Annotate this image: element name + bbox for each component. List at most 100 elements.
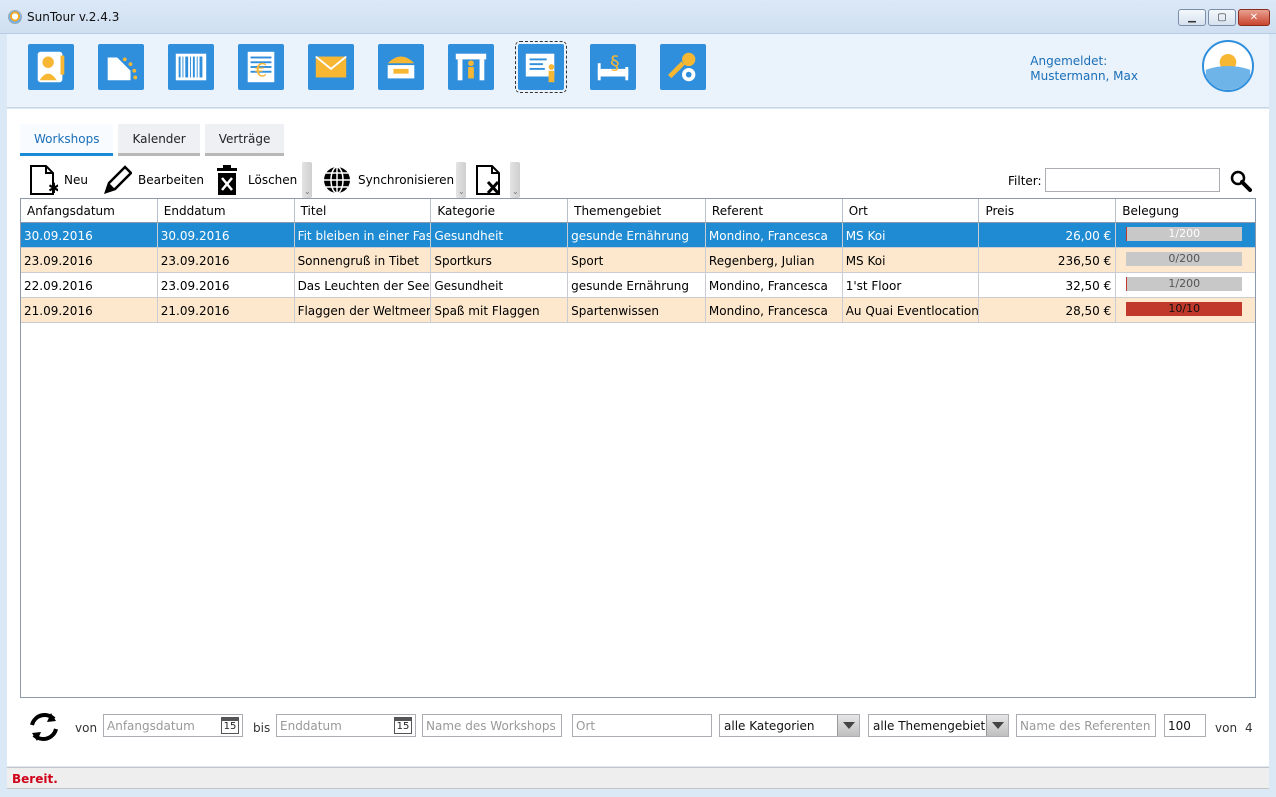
column-header-occupancy[interactable]: Belegung: [1116, 199, 1255, 222]
occupancy-bar: 1/200: [1126, 277, 1243, 291]
table-header: Anfangsdatum Enddatum Titel Kategorie Th…: [21, 199, 1255, 223]
login-user: Mustermann, Max: [1030, 69, 1138, 83]
cell-category: Gesundheit: [431, 273, 569, 297]
delete-button[interactable]: Löschen: [212, 162, 297, 198]
sync-dropdown-toggle[interactable]: [456, 162, 466, 198]
main-panel: Workshops Kalender Verträge ✱ Neu Bearbe…: [7, 109, 1269, 766]
tab-calendar[interactable]: Kalender: [118, 124, 200, 156]
minimize-button[interactable]: ▁: [1178, 9, 1206, 26]
hotel-icon[interactable]: [378, 44, 424, 90]
cell-place: 1'st Floor: [843, 273, 980, 297]
topic-select[interactable]: alle Themengebiete: [868, 714, 1009, 737]
speaker-name-input[interactable]: Name des Referenten: [1016, 714, 1156, 737]
occupancy-text: 10/10: [1168, 302, 1201, 315]
edit-button[interactable]: Bearbeiten: [102, 162, 204, 198]
column-header-title[interactable]: Titel: [294, 199, 432, 222]
category-select[interactable]: alle Kategorien: [719, 714, 860, 737]
cell-end: 23.09.2016: [158, 248, 295, 272]
calendar-icon[interactable]: 15: [221, 717, 239, 734]
cell-title: Sonnengruß in Tibet: [295, 248, 432, 272]
excursion-icon[interactable]: [448, 44, 494, 90]
occupancy-fill: [1126, 227, 1127, 241]
trash-icon: [217, 165, 237, 195]
column-header-speaker[interactable]: Referent: [705, 199, 843, 222]
end-date-field[interactable]: Enddatum 15: [276, 714, 416, 737]
edit-label: Bearbeiten: [138, 173, 204, 187]
to-label: bis: [253, 721, 271, 735]
bottom-filter-bar: von Anfangsdatum 15 bis Enddatum 15 Name…: [20, 709, 1260, 749]
of-label: von: [1215, 721, 1238, 735]
export-button[interactable]: [474, 162, 504, 198]
cell-price: 32,50 €: [979, 273, 1117, 297]
cell-occupancy: 1/200: [1116, 273, 1255, 297]
filter-input[interactable]: [1045, 168, 1220, 192]
title-bar: SunTour v.2.4.3 ▁ ▢ ✕: [0, 0, 1276, 34]
end-date-placeholder: Enddatum: [280, 719, 342, 733]
start-date-placeholder: Anfangsdatum: [107, 719, 195, 733]
filter-label: Filter:: [1008, 174, 1042, 188]
workshop-icon[interactable]: [515, 41, 567, 93]
cell-price: 26,00 €: [979, 223, 1117, 247]
status-bar: Bereit.: [7, 767, 1269, 789]
tab-workshops[interactable]: Workshops: [20, 124, 114, 156]
close-button[interactable]: ✕: [1238, 9, 1270, 26]
export-dropdown-toggle[interactable]: [510, 162, 520, 198]
cell-title: Das Leuchten der See: [295, 273, 432, 297]
column-header-category[interactable]: Kategorie: [431, 199, 569, 222]
table-row[interactable]: 23.09.2016 23.09.2016 Sonnengruß in Tibe…: [21, 248, 1255, 273]
cell-start: 21.09.2016: [21, 298, 158, 322]
place-input[interactable]: Ort: [572, 714, 712, 737]
new-document-icon: ✱: [30, 165, 58, 196]
login-label: Angemeldet:: [1030, 54, 1108, 68]
delete-dropdown-toggle[interactable]: [302, 162, 312, 198]
travel-icon[interactable]: [98, 44, 144, 90]
column-header-price[interactable]: Preis: [979, 199, 1117, 222]
table-row[interactable]: 22.09.2016 23.09.2016 Das Leuchten der S…: [21, 273, 1255, 298]
settings-icon[interactable]: [660, 44, 706, 90]
law-icon[interactable]: §: [590, 44, 636, 90]
customer-icon[interactable]: [28, 44, 74, 90]
mail-icon[interactable]: [308, 44, 354, 90]
workshop-name-input[interactable]: Name des Workshops: [422, 714, 562, 737]
table-row[interactable]: 21.09.2016 21.09.2016 Flaggen der Weltme…: [21, 298, 1255, 323]
cell-end: 30.09.2016: [158, 223, 295, 247]
tab-contracts[interactable]: Verträge: [204, 124, 285, 156]
chevron-down-icon[interactable]: [837, 715, 859, 736]
cell-speaker: Mondino, Francesca: [706, 223, 843, 247]
calendar-icon[interactable]: 15: [394, 717, 412, 734]
login-info: Angemeldet: Mustermann, Max: [1030, 54, 1138, 84]
pencil-icon: [104, 165, 132, 194]
refresh-icon[interactable]: [26, 709, 62, 745]
maximize-button[interactable]: ▢: [1208, 9, 1236, 26]
tab-bar: Workshops Kalender Verträge: [20, 124, 285, 156]
category-select-value: alle Kategorien: [724, 719, 815, 733]
occupancy-text: 1/200: [1168, 227, 1201, 240]
new-button[interactable]: ✱ Neu: [28, 162, 88, 198]
sync-button[interactable]: Synchronisieren: [322, 162, 454, 198]
cell-title: Fit bleiben in einer Fastfood: [295, 223, 432, 247]
barcode-icon[interactable]: [168, 44, 214, 90]
cell-price: 236,50 €: [979, 248, 1117, 272]
cell-end: 21.09.2016: [158, 298, 295, 322]
total-count: 4: [1245, 721, 1253, 735]
cell-title: Flaggen der Weltmeere: [295, 298, 432, 322]
search-icon[interactable]: [1230, 170, 1252, 192]
start-date-field[interactable]: Anfangsdatum 15: [103, 714, 243, 737]
column-header-start[interactable]: Anfangsdatum: [21, 199, 158, 222]
chevron-down-icon[interactable]: [986, 715, 1008, 736]
cell-topic: Sport: [568, 248, 706, 272]
column-header-end[interactable]: Enddatum: [157, 199, 295, 222]
cell-speaker: Regenberg, Julian: [706, 248, 843, 272]
table-row[interactable]: 30.09.2016 30.09.2016 Fit bleiben in ein…: [21, 223, 1255, 248]
svg-text:✱: ✱: [48, 181, 58, 196]
occupancy-text: 1/200: [1168, 277, 1201, 290]
cell-category: Sportkurs: [431, 248, 569, 272]
delete-label: Löschen: [248, 173, 298, 187]
page-size-input[interactable]: 100: [1164, 714, 1206, 737]
cell-occupancy: 0/200: [1116, 248, 1255, 272]
status-text: Bereit.: [12, 772, 58, 786]
occupancy-text: 0/200: [1168, 252, 1201, 265]
column-header-topic[interactable]: Themengebiet: [568, 199, 706, 222]
invoice-icon[interactable]: €: [238, 44, 284, 90]
column-header-place[interactable]: Ort: [842, 199, 980, 222]
